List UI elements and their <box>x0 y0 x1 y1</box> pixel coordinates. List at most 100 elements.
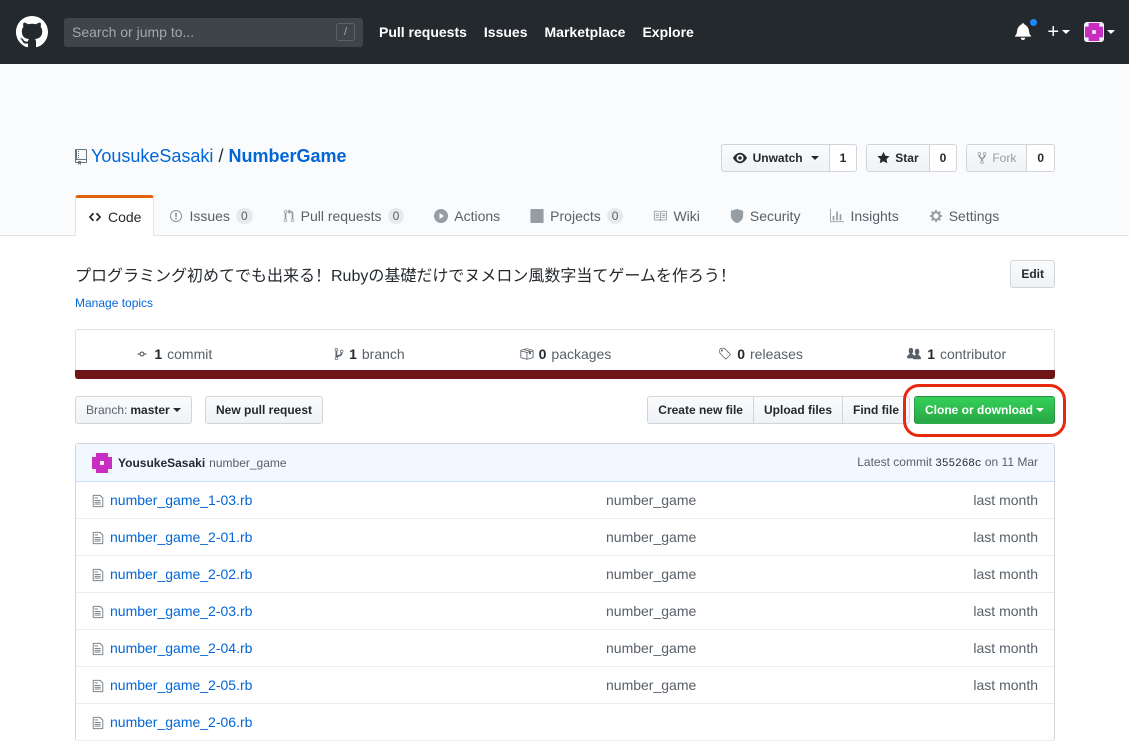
stargazers-count[interactable]: 0 <box>929 144 958 172</box>
file-commit-message-link[interactable]: number_game <box>606 677 696 693</box>
create-new-menu[interactable]: + <box>1047 21 1070 44</box>
fork-button[interactable]: Fork <box>966 144 1028 172</box>
projects-counter: 0 <box>606 208 624 224</box>
tab-projects[interactable]: Projects 0 <box>515 195 638 236</box>
header-right: + <box>1015 0 1115 64</box>
edit-description-button[interactable]: Edit <box>1010 260 1055 288</box>
nav-explore[interactable]: Explore <box>642 24 693 40</box>
clone-label: Clone or download <box>925 403 1033 417</box>
file-age: last month <box>973 603 1038 619</box>
file-name-link[interactable]: number_game_2-03.rb <box>110 603 252 619</box>
tab-code[interactable]: Code <box>75 195 155 236</box>
top-nav: Pull requests Issues Marketplace Explore <box>379 24 694 40</box>
avatar <box>1084 22 1104 42</box>
tab-settings[interactable]: Settings <box>914 195 1015 236</box>
eye-icon <box>732 152 747 164</box>
github-logo-icon[interactable] <box>16 16 48 48</box>
commit-author-link[interactable]: YousukeSasaki <box>118 456 205 470</box>
find-file-button[interactable]: Find file <box>842 396 910 424</box>
tab-label: Wiki <box>673 208 700 224</box>
branches-count: 1 <box>349 346 357 362</box>
project-icon <box>530 209 544 223</box>
file-age: last month <box>973 640 1038 656</box>
book-icon <box>653 209 668 223</box>
file-name-link[interactable]: number_game_1-03.rb <box>110 492 252 508</box>
file-actions: Create new file Upload files Find file C… <box>647 384 1066 437</box>
repo-name-link[interactable]: NumberGame <box>228 146 346 167</box>
tab-wiki[interactable]: Wiki <box>638 195 714 236</box>
forks-count[interactable]: 0 <box>1027 144 1055 172</box>
file-name-link[interactable]: number_game_2-01.rb <box>110 529 252 545</box>
tab-pull-requests[interactable]: Pull requests 0 <box>268 195 420 236</box>
graph-icon <box>830 209 845 223</box>
chevron-down-icon <box>810 156 819 160</box>
git-branch-icon <box>334 347 344 361</box>
file-name-link[interactable]: number_game_2-02.rb <box>110 566 252 582</box>
manage-topics-link[interactable]: Manage topics <box>75 296 153 310</box>
commit-sha-link[interactable]: 355268c <box>935 458 981 470</box>
chevron-down-icon <box>1036 408 1044 412</box>
file-age: last month <box>973 566 1038 582</box>
file-name-link[interactable]: number_game_2-06.rb <box>110 714 252 730</box>
tab-issues[interactable]: Issues 0 <box>154 195 267 236</box>
tab-label: Projects <box>550 208 601 224</box>
latest-commit-bar: YousukeSasaki number_game Latest commit … <box>76 444 1054 482</box>
tab-label: Insights <box>850 208 899 224</box>
global-header: Search or jump to... / Pull requests Iss… <box>0 0 1129 64</box>
commit-icon <box>137 351 147 357</box>
shield-icon <box>730 209 744 223</box>
file-commit-message-link[interactable]: number_game <box>606 640 696 656</box>
create-new-file-button[interactable]: Create new file <box>647 396 754 424</box>
packages-label: packages <box>551 346 612 362</box>
search-input[interactable]: Search or jump to... / <box>64 17 363 47</box>
tab-label: Actions <box>454 208 501 224</box>
tab-label: Pull requests <box>300 208 382 224</box>
branch-label: Branch: <box>86 403 128 417</box>
new-pull-request-button[interactable]: New pull request <box>205 396 324 424</box>
file-age: last month <box>973 677 1038 693</box>
repo-description: プログラミング初めてでも出来る！Rubyの基礎だけでヌメロン風数字当てゲームを作… <box>75 268 736 285</box>
language-bar[interactable] <box>75 370 1055 379</box>
file-name-link[interactable]: number_game_2-05.rb <box>110 677 252 693</box>
table-row: number_game_2-01.rb number_game last month <box>76 519 1054 556</box>
code-icon <box>88 210 102 224</box>
fork-icon <box>977 151 987 165</box>
star-button[interactable]: Star <box>866 144 930 172</box>
tab-actions[interactable]: Actions <box>419 195 515 236</box>
user-avatar-menu[interactable] <box>1084 22 1115 42</box>
nav-issues[interactable]: Issues <box>484 24 528 40</box>
tab-security[interactable]: Security <box>715 195 816 236</box>
file-commit-message-link[interactable]: number_game <box>606 603 696 619</box>
clone-or-download-button[interactable]: Clone or download <box>914 396 1055 424</box>
branches-label: branch <box>361 346 405 362</box>
nav-marketplace[interactable]: Marketplace <box>545 24 626 40</box>
gear-icon <box>929 209 943 223</box>
avatar[interactable] <box>92 452 112 473</box>
file-icon <box>92 605 104 619</box>
git-pull-request-icon <box>283 209 295 223</box>
contributors-label: contributor <box>939 346 1007 362</box>
watchers-count[interactable]: 1 <box>829 144 858 172</box>
people-icon <box>907 347 922 360</box>
contributors-count: 1 <box>927 346 935 362</box>
fork-label: Fork <box>992 151 1017 165</box>
upload-files-button[interactable]: Upload files <box>752 396 843 424</box>
commit-message-link[interactable]: number_game <box>209 456 286 470</box>
file-commit-message-link[interactable]: number_game <box>606 529 696 545</box>
tab-insights[interactable]: Insights <box>815 195 913 236</box>
latest-commit-prefix: Latest commit <box>857 455 932 469</box>
file-name-link[interactable]: number_game_2-04.rb <box>110 640 252 656</box>
tab-label: Issues <box>189 208 230 224</box>
unwatch-button[interactable]: Unwatch <box>720 144 830 172</box>
file-commit-message-link[interactable]: number_game <box>606 492 696 508</box>
file-list: number_game_1-03.rb number_game last month… <box>76 482 1054 741</box>
file-icon <box>92 716 104 730</box>
file-commit-message-link[interactable]: number_game <box>606 566 696 582</box>
branch-select-button[interactable]: Branch: master <box>75 396 192 424</box>
notifications-bell-icon[interactable] <box>1015 18 1039 42</box>
repo-owner-link[interactable]: YousukeSasaki <box>91 146 213 167</box>
notification-indicator-dot <box>1029 18 1039 27</box>
plus-icon: + <box>1047 20 1059 43</box>
repo-title: YousukeSasaki / NumberGame <box>75 146 347 167</box>
nav-pull-requests[interactable]: Pull requests <box>379 24 467 40</box>
